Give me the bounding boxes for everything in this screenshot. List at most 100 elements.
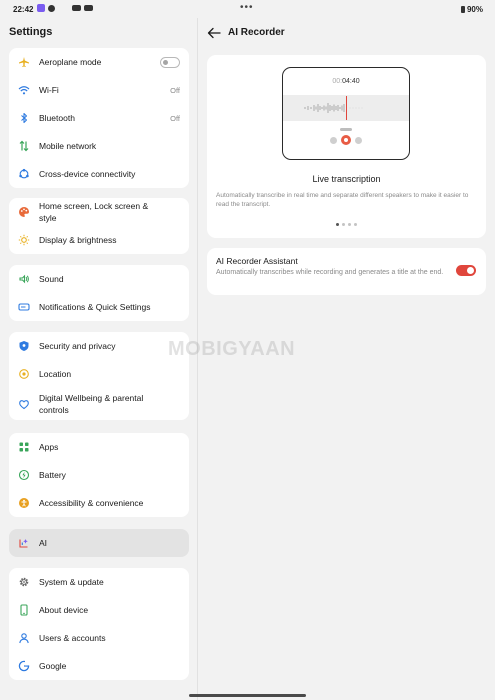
- settings-item-google[interactable]: Google: [9, 652, 189, 680]
- flag-button: [330, 137, 337, 144]
- cross-device-icon: [18, 168, 30, 180]
- settings-group-connectivity: Aeroplane mode Wi-Fi Off Bluetooth Off M…: [9, 48, 189, 188]
- google-icon: [18, 660, 30, 672]
- settings-item-bluetooth[interactable]: Bluetooth Off: [9, 104, 189, 132]
- settings-group-sound: Sound Notifications & Quick Settings: [9, 265, 189, 321]
- settings-item-label: Google: [39, 661, 67, 671]
- settings-item-location[interactable]: Location: [9, 360, 189, 388]
- page-indicator[interactable]: [207, 223, 486, 226]
- settings-item-system-update[interactable]: System & update: [9, 568, 189, 596]
- settings-item-about-device[interactable]: About device: [9, 596, 189, 624]
- shield-icon: [18, 340, 30, 352]
- settings-item-label: About device: [39, 605, 89, 615]
- settings-group-ai: AI: [9, 529, 189, 557]
- notifications-icon: [18, 301, 30, 313]
- battery-status: 90%: [460, 5, 483, 14]
- settings-item-label: Cross-device connectivity: [39, 169, 136, 179]
- settings-group-display: Home screen, Lock screen & style Display…: [9, 198, 189, 254]
- back-arrow-icon[interactable]: [207, 27, 221, 39]
- status-icons: [37, 4, 93, 12]
- settings-group-privacy: Security and privacy Location Digital We…: [9, 332, 189, 420]
- settings-item-label: Display & brightness: [39, 235, 117, 245]
- sound-icon: [18, 273, 30, 285]
- palette-icon: [18, 206, 30, 218]
- aeroplane-mode-toggle[interactable]: [160, 56, 180, 68]
- page-dot[interactable]: [342, 223, 345, 226]
- waveform: [283, 95, 409, 121]
- feature-demo-card[interactable]: 00:04:40 Live transcription Automaticall…: [207, 55, 486, 238]
- wellbeing-icon: [18, 398, 30, 410]
- settings-item-label: System & update: [39, 577, 104, 587]
- settings-item-label: Home screen, Lock screen & style: [39, 201, 149, 223]
- record-button: [341, 135, 351, 145]
- page-dot-active[interactable]: [336, 223, 339, 226]
- settings-item-label: Notifications & Quick Settings: [39, 302, 151, 312]
- multitask-dots[interactable]: •••: [240, 2, 254, 13]
- ai-icon: [18, 537, 30, 549]
- settings-notification-icon: [48, 4, 55, 12]
- demo-description: Automatically transcribe in real time an…: [216, 192, 469, 208]
- page-title: AI Recorder: [228, 27, 285, 38]
- user-icon: [18, 632, 30, 644]
- phone-icon: [18, 604, 30, 616]
- settings-item-label: Battery: [39, 470, 66, 480]
- settings-item-security[interactable]: Security and privacy: [9, 332, 189, 360]
- handle-bar: [340, 128, 352, 131]
- settings-group-apps: Apps Battery Accessibility & convenience: [9, 433, 189, 517]
- demo-title: Live transcription: [312, 174, 381, 184]
- settings-item-label: Wi-Fi: [39, 85, 59, 95]
- bluetooth-icon: [18, 112, 30, 124]
- settings-item-users-accounts[interactable]: Users & accounts: [9, 624, 189, 652]
- page-dot[interactable]: [348, 223, 351, 226]
- mobile-network-icon: [18, 140, 30, 152]
- waveform-graphic: [304, 96, 363, 120]
- settings-item-ai[interactable]: AI: [9, 529, 189, 557]
- settings-item-wifi[interactable]: Wi-Fi Off: [9, 76, 189, 104]
- settings-item-label: Digital Wellbeing & parental controls: [39, 393, 144, 415]
- assistant-toggle[interactable]: [456, 265, 476, 276]
- settings-item-label: Location: [39, 369, 72, 379]
- settings-item-battery[interactable]: Battery: [9, 461, 189, 489]
- settings-item-aeroplane-mode[interactable]: Aeroplane mode: [9, 48, 189, 76]
- assistant-description: Automatically transcribes while recordin…: [216, 269, 444, 276]
- settings-item-label: Mobile network: [39, 141, 97, 151]
- watermark: MOBIGYAAN: [168, 337, 296, 360]
- apps-icon: [18, 441, 30, 453]
- settings-item-accessibility[interactable]: Accessibility & convenience: [9, 489, 189, 517]
- settings-item-label: Aeroplane mode: [39, 57, 102, 67]
- settings-item-mobile-network[interactable]: Mobile network: [9, 132, 189, 160]
- settings-item-notifications[interactable]: Notifications & Quick Settings: [9, 293, 189, 321]
- timer-hours: 00:: [332, 78, 343, 85]
- media-notification-icon-2: [84, 5, 93, 11]
- app-notification-icon: [37, 4, 45, 12]
- status-time: 22:42: [13, 5, 34, 14]
- settings-item-label: Sound: [39, 274, 64, 284]
- settings-item-label: Bluetooth: [39, 113, 75, 123]
- recorder-illustration: 00:04:40: [282, 67, 410, 160]
- settings-item-display[interactable]: Display & brightness: [9, 226, 189, 254]
- settings-item-digital-wellbeing[interactable]: Digital Wellbeing & parental controls: [9, 388, 189, 420]
- timer-value: 04:40: [342, 78, 360, 85]
- ai-recorder-assistant-row[interactable]: AI Recorder Assistant Automatically tran…: [207, 248, 486, 295]
- home-indicator[interactable]: [189, 694, 306, 697]
- settings-item-label: Security and privacy: [39, 341, 116, 351]
- settings-item-label: Accessibility & convenience: [39, 498, 144, 508]
- accessibility-icon: [18, 497, 30, 509]
- settings-item-sound[interactable]: Sound: [9, 265, 189, 293]
- media-notification-icon: [72, 5, 81, 11]
- settings-item-label: Apps: [39, 442, 59, 452]
- page-dot[interactable]: [354, 223, 357, 226]
- settings-item-home-screen[interactable]: Home screen, Lock screen & style: [9, 198, 189, 226]
- bluetooth-status: Off: [170, 113, 180, 123]
- settings-item-label: AI: [39, 538, 48, 548]
- status-bar: 22:42 ••• 90%: [0, 0, 495, 18]
- settings-item-apps[interactable]: Apps: [9, 433, 189, 461]
- sun-icon: [18, 234, 30, 246]
- assistant-title: AI Recorder Assistant: [216, 256, 298, 266]
- settings-item-cross-device[interactable]: Cross-device connectivity: [9, 160, 189, 188]
- settings-item-label: Users & accounts: [39, 633, 106, 643]
- wifi-icon: [18, 84, 30, 96]
- recording-timer: 00:04:40: [283, 78, 409, 85]
- wifi-status: Off: [170, 85, 180, 95]
- settings-group-system: System & update About device Users & acc…: [9, 568, 189, 680]
